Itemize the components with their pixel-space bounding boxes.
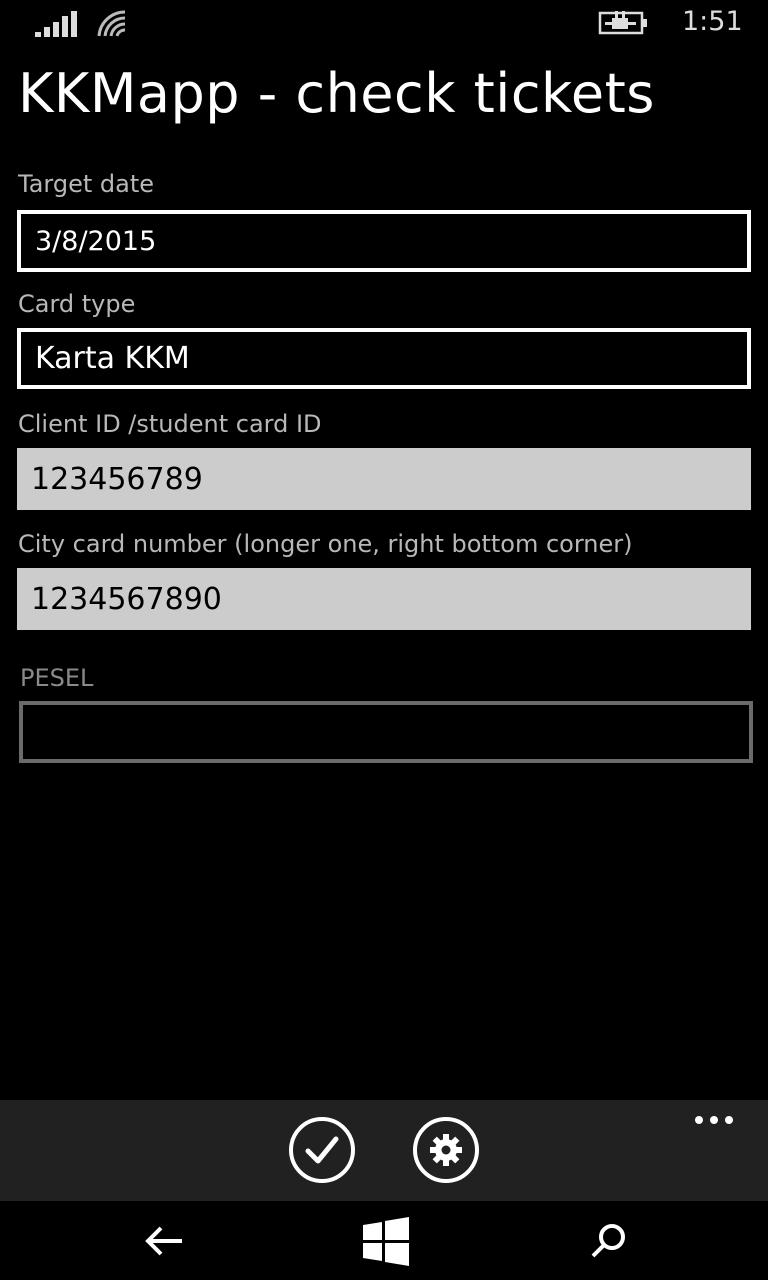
search-icon[interactable] <box>581 1213 637 1269</box>
app-bar <box>0 1100 768 1201</box>
city-card-label: City card number (longer one, right bott… <box>18 530 633 558</box>
city-card-input[interactable]: 1234567890 <box>17 568 751 630</box>
navigation-bar <box>0 1201 768 1280</box>
status-time: 1:51 <box>682 6 743 37</box>
city-card-value: 1234567890 <box>31 581 222 617</box>
client-id-input[interactable]: 123456789 <box>17 448 751 510</box>
back-arrow-icon[interactable] <box>136 1213 192 1269</box>
target-date-value: 3/8/2015 <box>35 225 157 257</box>
client-id-label: Client ID /student card ID <box>18 410 322 438</box>
battery-charging-icon <box>598 11 647 35</box>
gear-icon[interactable] <box>411 1117 481 1183</box>
more-icon[interactable] <box>690 1108 740 1132</box>
pesel-input <box>19 701 753 763</box>
client-id-value: 123456789 <box>31 461 203 497</box>
card-type-select[interactable]: Karta KKM <box>17 328 751 389</box>
check-icon[interactable] <box>287 1117 357 1183</box>
windows-logo-icon[interactable] <box>357 1213 413 1269</box>
signal-strength-icon <box>35 11 77 37</box>
target-date-label: Target date <box>18 170 154 198</box>
wifi-icon <box>97 10 126 37</box>
target-date-picker[interactable]: 3/8/2015 <box>17 210 751 272</box>
page-title: KKMapp - check tickets <box>18 62 655 125</box>
card-type-label: Card type <box>18 290 136 318</box>
card-type-value: Karta KKM <box>35 341 190 376</box>
status-bar: 1:51 <box>0 0 768 48</box>
pesel-label: PESEL <box>20 664 94 692</box>
